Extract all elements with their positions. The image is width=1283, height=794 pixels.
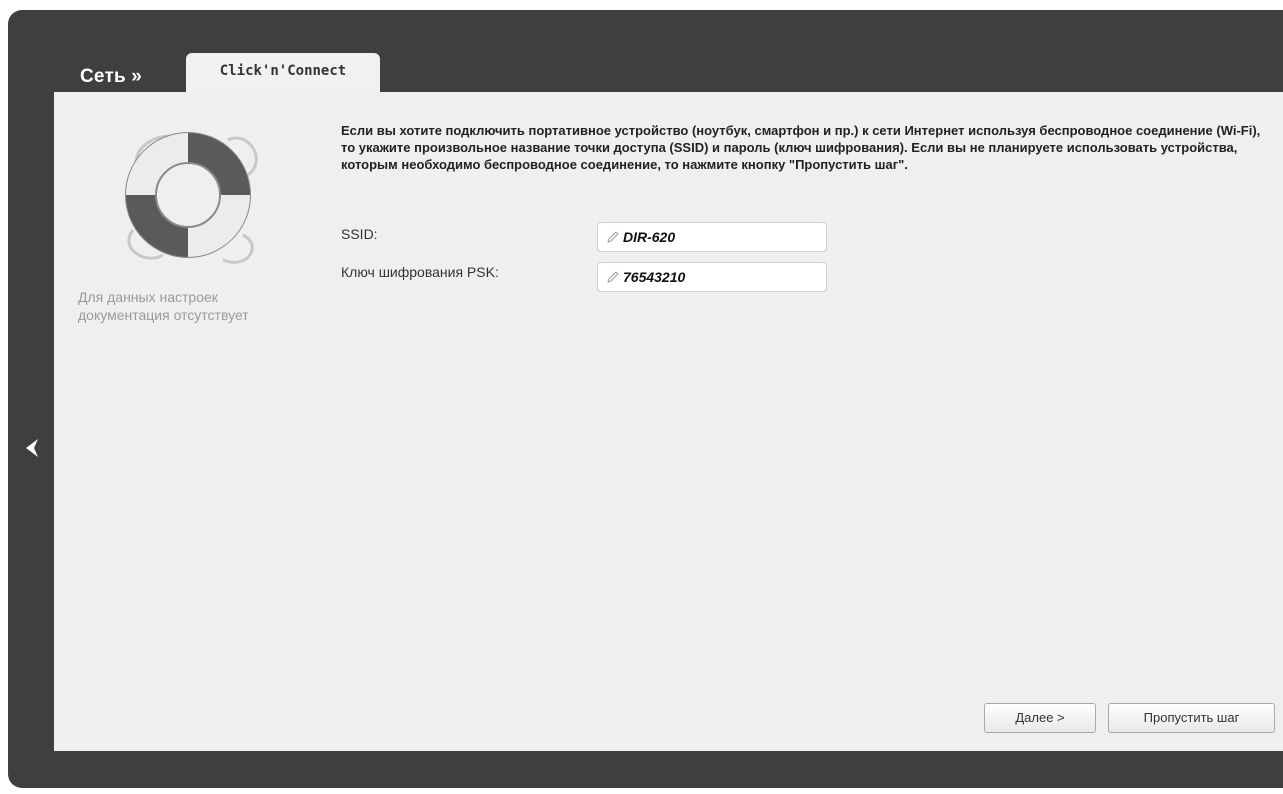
chevron-left-icon[interactable] (22, 436, 42, 460)
ssid-value: DIR-620 (623, 229, 676, 245)
tab-click-n-connect[interactable]: Click'n'Connect (186, 53, 380, 93)
section-title: Сеть » (80, 66, 143, 87)
pencil-icon (607, 271, 619, 283)
pencil-icon (607, 231, 619, 243)
ssid-label: SSID: (341, 226, 378, 242)
psk-value: 76543210 (623, 269, 686, 285)
skip-step-button[interactable]: Пропустить шаг (1108, 703, 1275, 733)
next-button[interactable]: Далее > (984, 703, 1096, 733)
ssid-field[interactable]: DIR-620 (597, 222, 827, 252)
intro-text: Если вы хотите подключить портативное ус… (341, 123, 1261, 172)
psk-label: Ключ шифрования PSK: (341, 264, 499, 280)
lifebuoy-icon (125, 132, 258, 264)
documentation-note: Для данных настроек документация отсутст… (78, 289, 249, 323)
psk-field[interactable]: 76543210 (597, 262, 827, 292)
